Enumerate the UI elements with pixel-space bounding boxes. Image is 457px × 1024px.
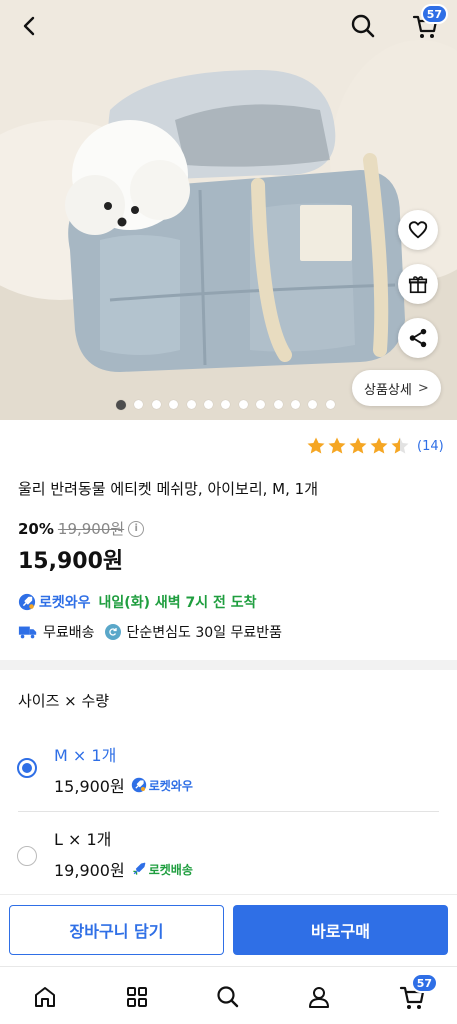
cart-count-badge: 57 — [410, 973, 438, 993]
rocket-delivery-badge: 로켓배송 — [131, 861, 193, 878]
cart-button[interactable]: 57 — [405, 4, 448, 46]
delivery-info: 로켓와우 내일(화) 새벽 7시 전 도착 — [18, 592, 257, 612]
original-price: 19,900원 — [57, 520, 125, 538]
star-icon — [307, 437, 325, 454]
sale-price: 15,900원 — [18, 549, 124, 574]
product-title: 울리 반려동물 에티켓 메쉬망, 아이보리, M, 1개 — [18, 480, 318, 498]
share-icon — [409, 328, 427, 348]
home-icon — [35, 987, 55, 1007]
search-button[interactable] — [343, 6, 383, 46]
radio-unselected[interactable] — [17, 846, 37, 866]
buy-now-button[interactable]: 바로구매 — [233, 905, 448, 955]
rocket-wow-icon — [131, 777, 146, 793]
product-photo — [0, 0, 457, 420]
search-icon — [351, 14, 375, 38]
rocket-wow-icon — [18, 593, 36, 611]
carousel-dot-active[interactable] — [116, 399, 126, 410]
carousel-dot[interactable] — [221, 400, 231, 409]
search-icon — [217, 986, 239, 1008]
shipping-info: 무료배송 단순변심도 30일 무료반품 — [18, 622, 282, 642]
rating-summary[interactable]: (14) — [306, 436, 444, 456]
carousel-dot[interactable] — [308, 400, 318, 409]
carousel-dot[interactable] — [169, 400, 179, 409]
free-return-label: 단순변심도 30일 무료반품 — [126, 625, 283, 641]
gift-button[interactable] — [398, 264, 438, 304]
option-name: L × 1개 — [54, 830, 112, 849]
carousel-dot[interactable] — [151, 400, 161, 409]
nav-search[interactable] — [210, 979, 246, 1015]
carousel-dot[interactable] — [256, 400, 266, 409]
star-icon — [328, 437, 346, 454]
carousel-dot[interactable] — [186, 400, 196, 409]
rating-stars — [306, 436, 411, 456]
option-item-l[interactable]: L × 1개 19,900원 로켓배송 — [0, 812, 457, 896]
section-divider — [0, 660, 457, 670]
option-section-title: 사이즈 × 수량 — [18, 692, 110, 710]
info-icon[interactable]: i — [128, 520, 145, 537]
product-detail-button[interactable]: 상품상세 > — [352, 370, 441, 406]
rocket-wow-label: 로켓와우 — [39, 595, 91, 611]
carousel-dot[interactable] — [325, 400, 335, 409]
carousel-dot[interactable] — [238, 400, 248, 409]
radio-selected[interactable] — [17, 758, 37, 778]
nav-cart[interactable]: 57 — [394, 973, 438, 1015]
nav-category[interactable] — [119, 979, 155, 1015]
review-count[interactable]: (14) — [417, 439, 444, 454]
back-button[interactable] — [10, 6, 50, 46]
gift-icon — [408, 276, 428, 294]
add-to-cart-button[interactable]: 장바구니 담기 — [9, 905, 224, 955]
back-arrow-icon — [23, 16, 35, 36]
return-icon — [104, 624, 121, 640]
carousel-dot[interactable] — [290, 400, 300, 409]
star-icon — [391, 437, 409, 454]
bottom-navigation: 57 — [0, 966, 457, 1024]
cart-count-badge: 57 — [420, 4, 448, 24]
star-icon — [349, 437, 367, 454]
arrival-date: 내일(화) 새벽 7시 전 도착 — [98, 595, 257, 611]
nav-my-page[interactable] — [301, 979, 337, 1015]
share-button[interactable] — [398, 318, 438, 358]
option-price-row: 19,900원 로켓배송 — [54, 857, 193, 881]
option-tag-label: 로켓배송 — [148, 862, 193, 877]
rocket-icon — [133, 862, 146, 875]
star-icon — [370, 437, 388, 454]
nav-home[interactable] — [27, 979, 63, 1015]
truck-icon — [18, 626, 37, 639]
carousel-indicator — [116, 399, 343, 410]
chevron-right-icon: > — [417, 380, 429, 396]
carousel-dot[interactable] — [273, 400, 283, 409]
option-name: M × 1개 — [54, 746, 117, 765]
product-image-carousel[interactable]: 57 상품상세 > — [0, 0, 457, 420]
option-price-row: 15,900원 로켓와우 — [54, 773, 193, 797]
option-price: 15,900원 — [54, 777, 125, 796]
option-tag-label: 로켓와우 — [148, 778, 193, 793]
carousel-dot[interactable] — [203, 400, 213, 409]
discount-rate: 20% — [18, 519, 54, 538]
product-detail-label: 상품상세 — [364, 382, 412, 398]
discount-row: 20% 19,900원 i — [18, 518, 145, 539]
category-icon — [127, 987, 147, 1007]
free-shipping-label: 무료배송 — [43, 625, 95, 641]
option-item-m[interactable]: M × 1개 15,900원 로켓와우 — [0, 728, 457, 812]
heart-icon — [408, 221, 428, 239]
my-page-icon — [309, 987, 329, 1008]
wishlist-button[interactable] — [398, 210, 438, 250]
option-price: 19,900원 — [54, 861, 125, 880]
rocket-wow-badge: 로켓와우 — [131, 777, 193, 794]
purchase-action-bar: 장바구니 담기 바로구매 — [0, 894, 457, 966]
carousel-dot[interactable] — [134, 400, 144, 409]
